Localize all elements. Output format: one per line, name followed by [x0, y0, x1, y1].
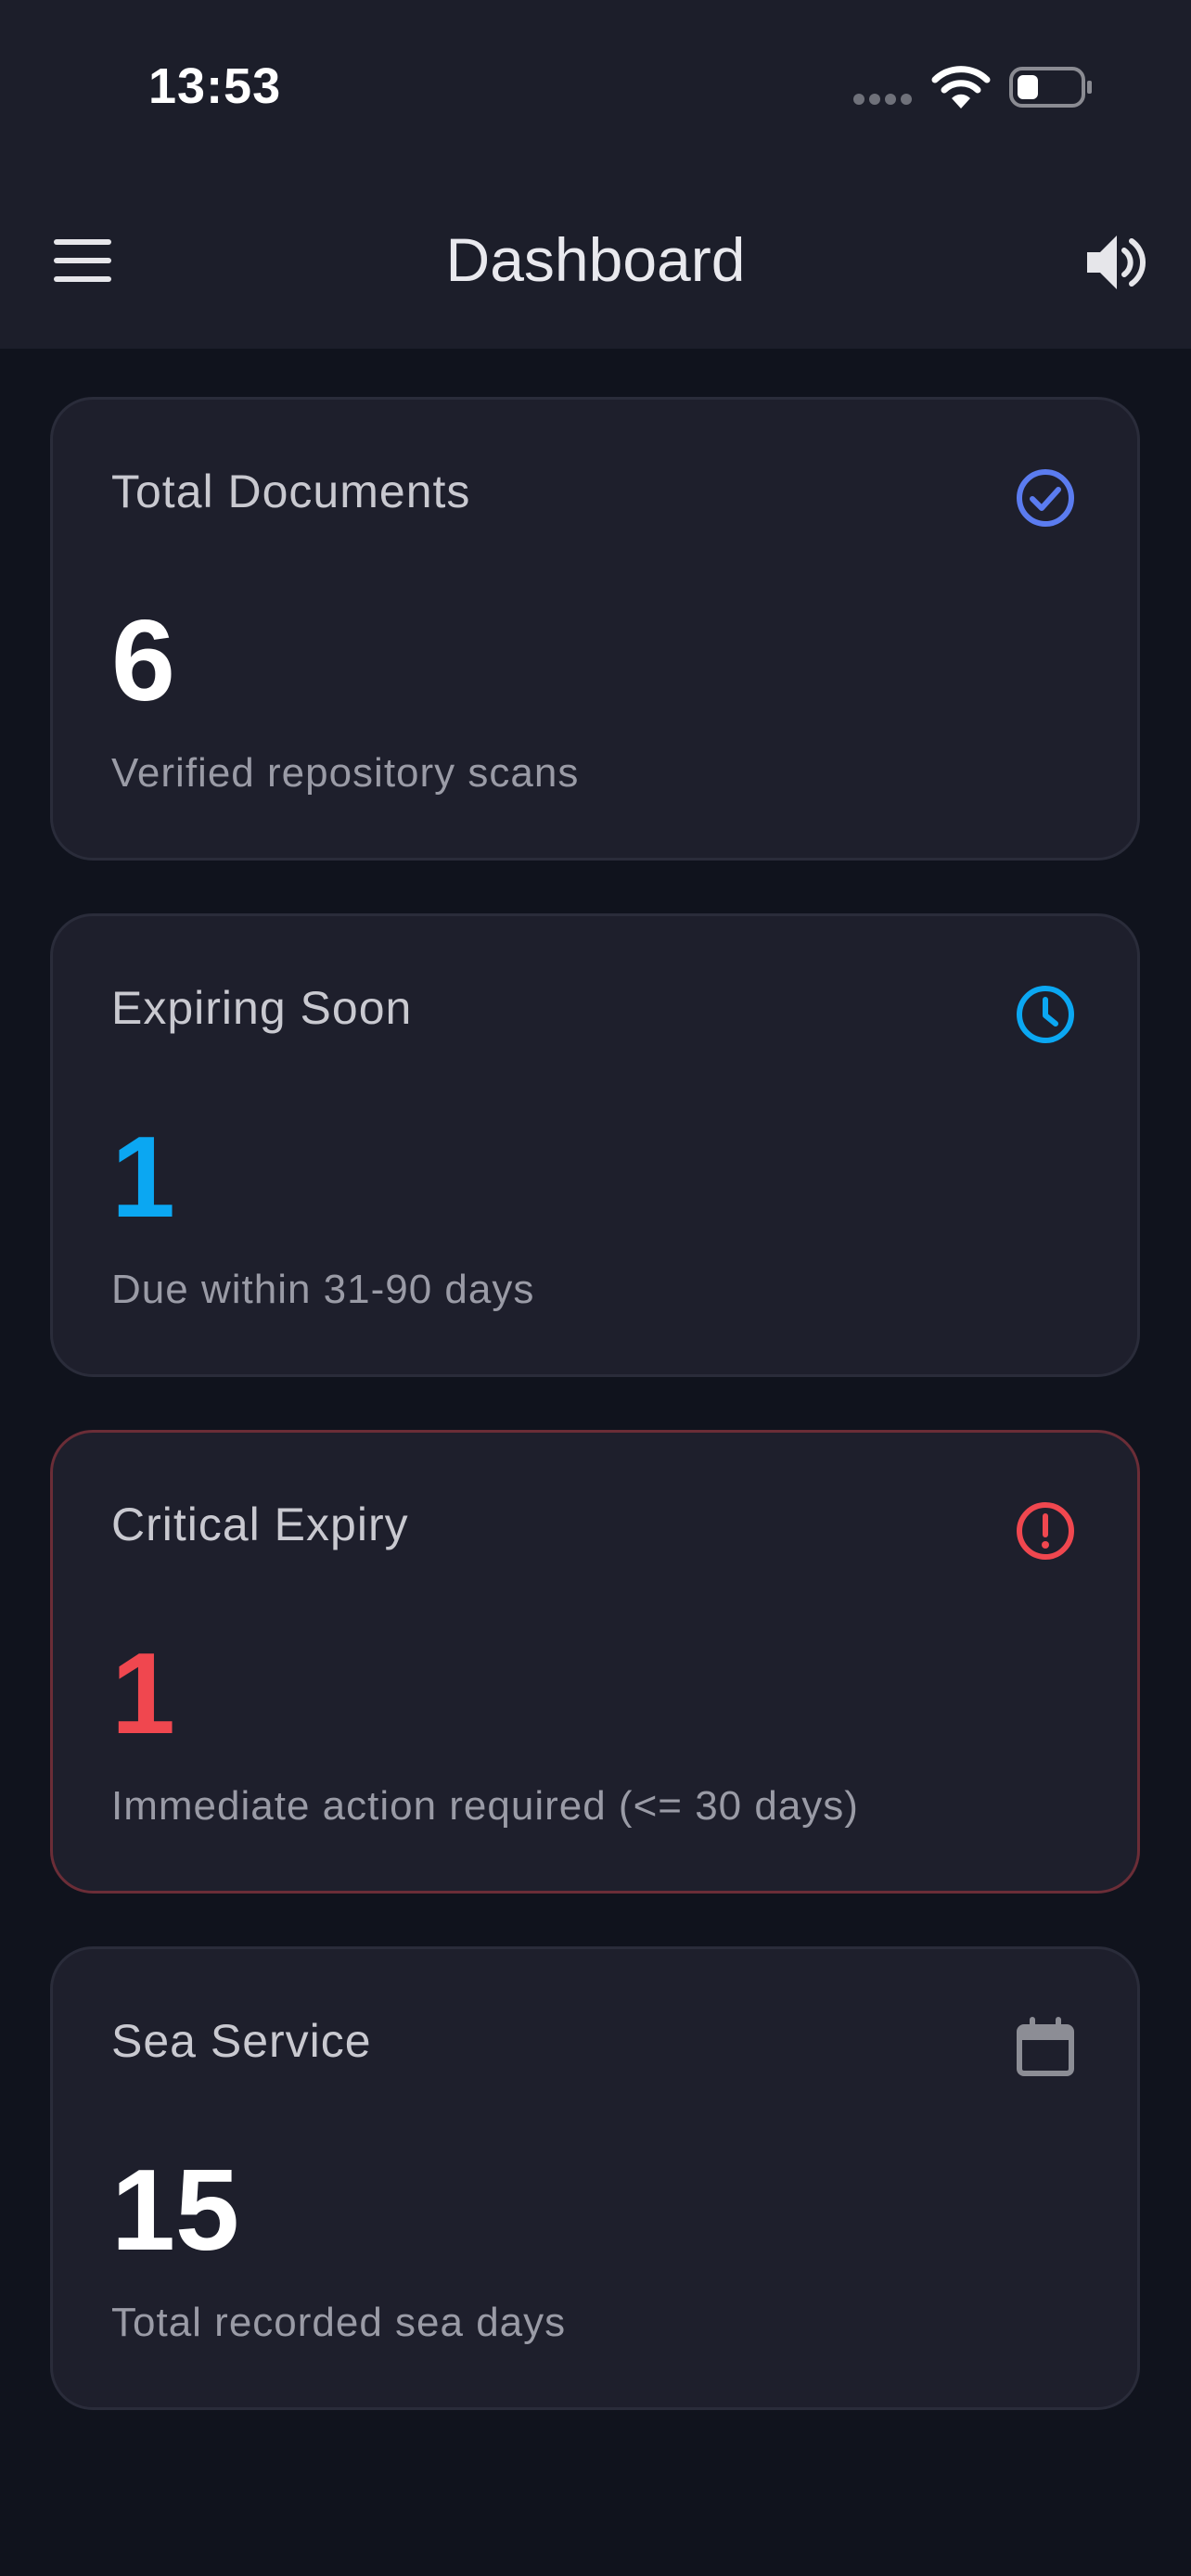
- speaker-icon[interactable]: [1085, 230, 1148, 295]
- card-title: Critical Expiry: [111, 1498, 409, 1550]
- card-value: 15: [111, 2147, 239, 2275]
- card-subtitle: Verified repository scans: [111, 750, 580, 796]
- wifi-icon: [931, 66, 991, 108]
- card-subtitle: Immediate action required (<= 30 days): [111, 1783, 859, 1829]
- battery-icon: [1009, 67, 1092, 108]
- card-total-documents[interactable]: Total Documents 6 Verified repository sc…: [50, 397, 1140, 861]
- clock-icon: [1017, 986, 1074, 1043]
- card-subtitle: Total recorded sea days: [111, 2300, 567, 2345]
- card-title: Expiring Soon: [111, 982, 413, 1034]
- alert-circle-icon: [1017, 1502, 1074, 1560]
- check-circle-icon: [1017, 469, 1074, 527]
- card-critical-expiry[interactable]: Critical Expiry 1 Immediate action requi…: [50, 1430, 1140, 1894]
- card-value: 6: [111, 597, 175, 725]
- card-title: Total Documents: [111, 465, 471, 517]
- status-time: 13:53: [148, 58, 282, 114]
- status-bar: 13:53: [0, 0, 1191, 182]
- card-sea-service[interactable]: Sea Service 15 Total recorded sea days: [50, 1946, 1140, 2410]
- calendar-icon: [1017, 2017, 1074, 2076]
- card-value: 1: [111, 1114, 175, 1242]
- card-subtitle: Due within 31-90 days: [111, 1267, 535, 1312]
- page-title: Dashboard: [445, 225, 746, 294]
- card-value: 1: [111, 1630, 175, 1758]
- card-title: Sea Service: [111, 2015, 372, 2067]
- cellular-signal-icon: [853, 93, 916, 109]
- card-expiring-soon[interactable]: Expiring Soon 1 Due within 31-90 days: [50, 913, 1140, 1377]
